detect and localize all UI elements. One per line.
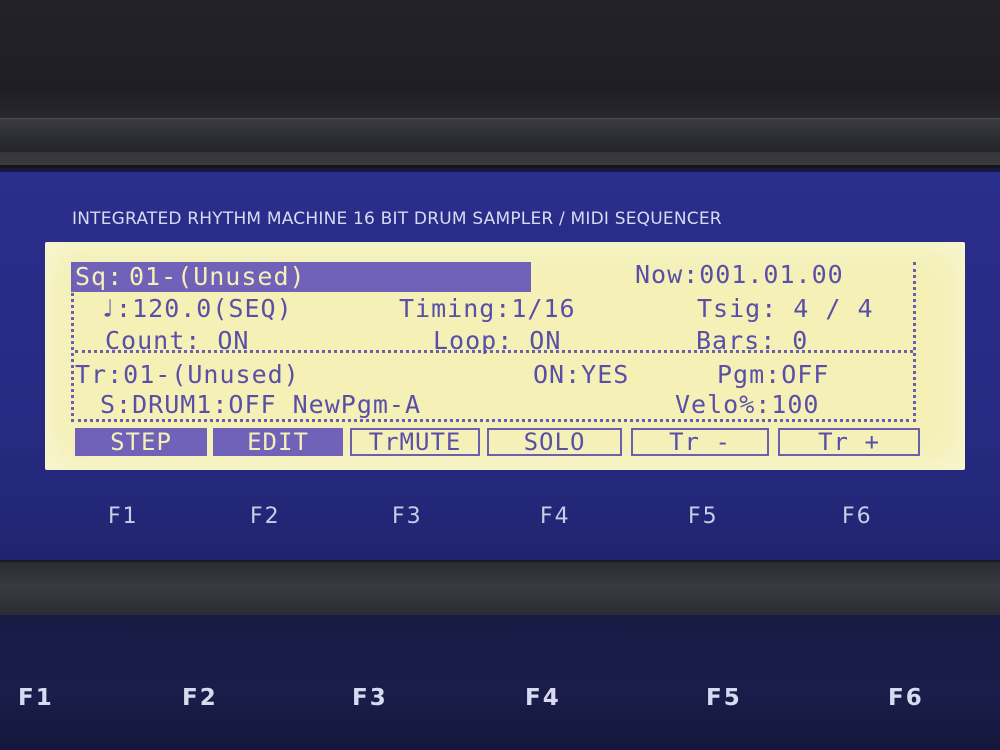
top-bezel xyxy=(0,0,1000,165)
velocity-field[interactable]: Velo%:100 xyxy=(675,392,819,418)
f1-button[interactable]: F1 xyxy=(18,685,54,711)
f3-button[interactable]: F3 xyxy=(352,685,388,711)
soft-key-track-next[interactable]: Tr + xyxy=(778,428,920,456)
fkey-label-4: F4 xyxy=(540,504,571,529)
soft-key-track-prev[interactable]: Tr - xyxy=(631,428,769,456)
tempo-field[interactable]: ♩:120.0(SEQ) xyxy=(100,296,293,322)
lcd-screen: Sq: 01-(Unused) Now:001.01.00 ♩:120.0(SE… xyxy=(45,242,965,470)
bezel-ridge xyxy=(0,118,1000,152)
soft-key-track-mute[interactable]: TrMUTE xyxy=(350,428,480,456)
f4-button[interactable]: F4 xyxy=(525,685,561,711)
sequence-field[interactable]: 01-(Unused) xyxy=(129,264,306,290)
sequence-label: Sq: xyxy=(75,262,124,291)
soft-key-step[interactable]: STEP xyxy=(75,428,207,456)
soft-key-edit[interactable]: EDIT xyxy=(213,428,343,456)
program-field[interactable]: Pgm:OFF xyxy=(717,362,829,388)
time-signature-field[interactable]: Tsig: 4 / 4 xyxy=(697,296,874,322)
fkey-label-5: F5 xyxy=(688,504,719,529)
soft-key-solo[interactable]: SOLO xyxy=(487,428,622,456)
f5-button[interactable]: F5 xyxy=(706,685,742,711)
panel-title: INTEGRATED RHYTHM MACHINE 16 BIT DRUM SA… xyxy=(72,209,722,229)
display-panel: INTEGRATED RHYTHM MACHINE 16 BIT DRUM SA… xyxy=(0,168,1000,560)
fkey-label-1: F1 xyxy=(108,504,139,529)
track-on-field[interactable]: ON:YES xyxy=(533,362,629,388)
now-position: Now:001.01.00 xyxy=(635,260,844,289)
track-field[interactable]: Tr:01-(Unused) xyxy=(75,362,300,388)
f2-button[interactable]: F2 xyxy=(182,685,218,711)
fkey-label-6: F6 xyxy=(842,504,873,529)
function-button-strip: F1 F2 F3 F4 F5 F6 xyxy=(0,615,1000,750)
lower-bezel xyxy=(0,560,1000,615)
f6-button[interactable]: F6 xyxy=(888,685,924,711)
sample-field[interactable]: S:DRUM1:OFF NewPgm-A xyxy=(100,392,421,418)
fkey-label-3: F3 xyxy=(392,504,423,529)
count-field[interactable]: Count: ON xyxy=(105,328,249,354)
loop-field[interactable]: Loop: ON xyxy=(433,328,561,354)
fkey-label-2: F2 xyxy=(250,504,281,529)
timing-field[interactable]: Timing:1/16 xyxy=(399,296,576,322)
bars-field[interactable]: Bars: 0 xyxy=(696,328,808,354)
